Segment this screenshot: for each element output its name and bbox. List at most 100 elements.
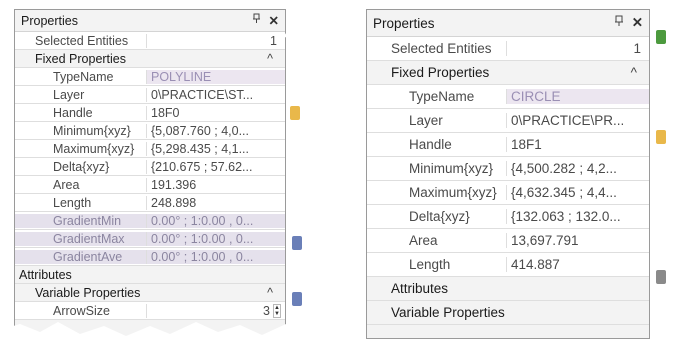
property-value: 414.887 (511, 257, 560, 272)
property-name: GradientAve (15, 249, 147, 264)
property-name: Delta{xyz} (15, 159, 147, 174)
property-row[interactable]: Delta{xyz} {210.675 ; 57.62... (15, 158, 285, 176)
chevron-up-icon[interactable]: ^ (631, 65, 649, 80)
property-row[interactable]: Area 191.396 (15, 176, 285, 194)
property-value: 191.396 (151, 177, 197, 192)
property-row[interactable]: Handle 18F1 (367, 133, 649, 157)
property-name: Layer (15, 87, 147, 102)
panel-title: Properties (21, 13, 78, 28)
property-value: {5,298.435 ; 4,1... (151, 141, 249, 156)
panel-titlebar: Properties ✕ (367, 10, 649, 36)
category-attributes[interactable]: Attributes (15, 266, 285, 284)
property-name: Minimum{xyz} (15, 123, 147, 138)
category-fixed-properties[interactable]: Fixed Properties ^ (15, 50, 285, 68)
property-value: 1 (270, 33, 277, 48)
property-grid: Selected Entities 1 Fixed Properties ^ T… (15, 31, 285, 320)
property-value: 0.00° ; 1:0.00 , 0... (147, 213, 285, 228)
category-label: Fixed Properties (35, 51, 127, 66)
toolbar-icon (290, 106, 300, 120)
property-row[interactable]: Handle 18F0 (15, 104, 285, 122)
category-label: Fixed Properties (391, 65, 490, 80)
panel-title: Properties (373, 15, 435, 31)
toolbar-icon (656, 270, 666, 284)
property-value: POLYLINE (147, 69, 285, 84)
pin-icon[interactable] (614, 15, 624, 31)
category-label: Attributes (19, 267, 72, 282)
property-name: Selected Entities (367, 41, 507, 56)
property-row[interactable]: TypeName CIRCLE (367, 85, 649, 109)
property-row[interactable]: Length 414.887 (367, 253, 649, 277)
property-value: 248.898 (151, 195, 197, 210)
property-row[interactable]: Length 248.898 (15, 194, 285, 212)
property-value: 18F0 (151, 105, 180, 120)
category-label: Attributes (391, 281, 449, 296)
property-value: 0.00° ; 1:0.00 , 0... (147, 231, 285, 246)
toolbar-icon (656, 30, 666, 44)
property-value: {4,500.282 ; 4,2... (511, 161, 617, 176)
property-row[interactable]: GradientMax 0.00° ; 1:0.00 , 0... (15, 230, 285, 248)
property-name: Length (367, 257, 507, 272)
property-value: {5,087.760 ; 4,0... (151, 123, 249, 138)
property-value[interactable]: 3 ▲ ▼ (147, 303, 285, 318)
property-row[interactable]: GradientMin 0.00° ; 1:0.00 , 0... (15, 212, 285, 230)
property-row[interactable]: Selected Entities 1 (15, 32, 285, 50)
property-row[interactable]: Layer 0\PRACTICE\ST... (15, 86, 285, 104)
property-row[interactable]: ArrowSize 3 ▲ ▼ (15, 302, 285, 320)
property-value: 13,697.791 (511, 233, 579, 248)
property-value: {4,632.345 ; 4,4... (511, 185, 617, 200)
property-value: 0\PRACTICE\PR... (511, 113, 625, 128)
close-icon[interactable]: ✕ (269, 13, 279, 28)
property-row[interactable]: Minimum{xyz} {5,087.760 ; 4,0... (15, 122, 285, 140)
category-fixed-properties[interactable]: Fixed Properties ^ (367, 61, 649, 85)
property-name: Area (367, 233, 507, 248)
property-row[interactable]: Layer 0\PRACTICE\PR... (367, 109, 649, 133)
property-row[interactable]: Maximum{xyz} {5,298.435 ; 4,1... (15, 140, 285, 158)
property-name: Area (15, 177, 147, 192)
category-attributes[interactable]: Attributes (367, 277, 649, 301)
property-value: 18F1 (511, 137, 542, 152)
arrowsize-value[interactable]: 3 (263, 304, 270, 318)
toolbar-icon (292, 292, 302, 306)
category-variable-properties[interactable]: Variable Properties (367, 301, 649, 325)
pin-icon[interactable] (252, 13, 261, 28)
property-name: Layer (367, 113, 507, 128)
property-value: 1 (633, 41, 641, 56)
properties-panel-left: Properties ✕ Selected Entities 1 Fixed P… (14, 9, 286, 339)
spinner-icon[interactable]: ▲ ▼ (273, 303, 281, 318)
chevron-up-icon[interactable]: ^ (267, 286, 285, 300)
toolbar-icon (292, 236, 302, 250)
category-label: Variable Properties (35, 285, 141, 300)
property-name: Minimum{xyz} (367, 161, 507, 176)
property-row[interactable]: GradientAve 0.00° ; 1:0.00 , 0... (15, 248, 285, 266)
property-name: GradientMax (15, 231, 147, 246)
property-name: Maximum{xyz} (15, 141, 147, 156)
property-row[interactable]: Delta{xyz} {132.063 ; 132.0... (367, 205, 649, 229)
property-value: CIRCLE (507, 89, 649, 104)
property-name: Selected Entities (15, 33, 147, 48)
property-row[interactable]: Maximum{xyz} {4,632.345 ; 4,4... (367, 181, 649, 205)
property-row[interactable]: Selected Entities 1 (367, 37, 649, 61)
close-icon[interactable]: ✕ (632, 15, 643, 31)
property-name: Handle (15, 105, 147, 120)
property-row[interactable]: Minimum{xyz} {4,500.282 ; 4,2... (367, 157, 649, 181)
toolbar-icon (656, 130, 666, 144)
panel-titlebar: Properties ✕ (15, 10, 285, 31)
property-value: 0\PRACTICE\ST... (151, 87, 254, 102)
property-name: Length (15, 195, 147, 210)
property-value: {210.675 ; 57.62... (151, 159, 253, 174)
property-value: 0.00° ; 1:0.00 , 0... (147, 249, 285, 264)
category-label: Variable Properties (391, 305, 505, 320)
property-name: Delta{xyz} (367, 209, 507, 224)
property-name: Maximum{xyz} (367, 185, 507, 200)
property-grid: Selected Entities 1 Fixed Properties ^ T… (367, 36, 649, 325)
properties-panel-right: Properties ✕ Selected Entities 1 Fixed P… (366, 9, 650, 339)
property-row[interactable]: Area 13,697.791 (367, 229, 649, 253)
property-row[interactable]: TypeName POLYLINE (15, 68, 285, 86)
property-value: {132.063 ; 132.0... (511, 209, 621, 224)
chevron-up-icon[interactable]: ^ (267, 52, 285, 66)
property-name: TypeName (15, 69, 147, 84)
property-name: TypeName (367, 89, 507, 104)
category-variable-properties[interactable]: Variable Properties ^ (15, 284, 285, 302)
property-name: GradientMin (15, 213, 147, 228)
property-name: ArrowSize (15, 303, 147, 318)
